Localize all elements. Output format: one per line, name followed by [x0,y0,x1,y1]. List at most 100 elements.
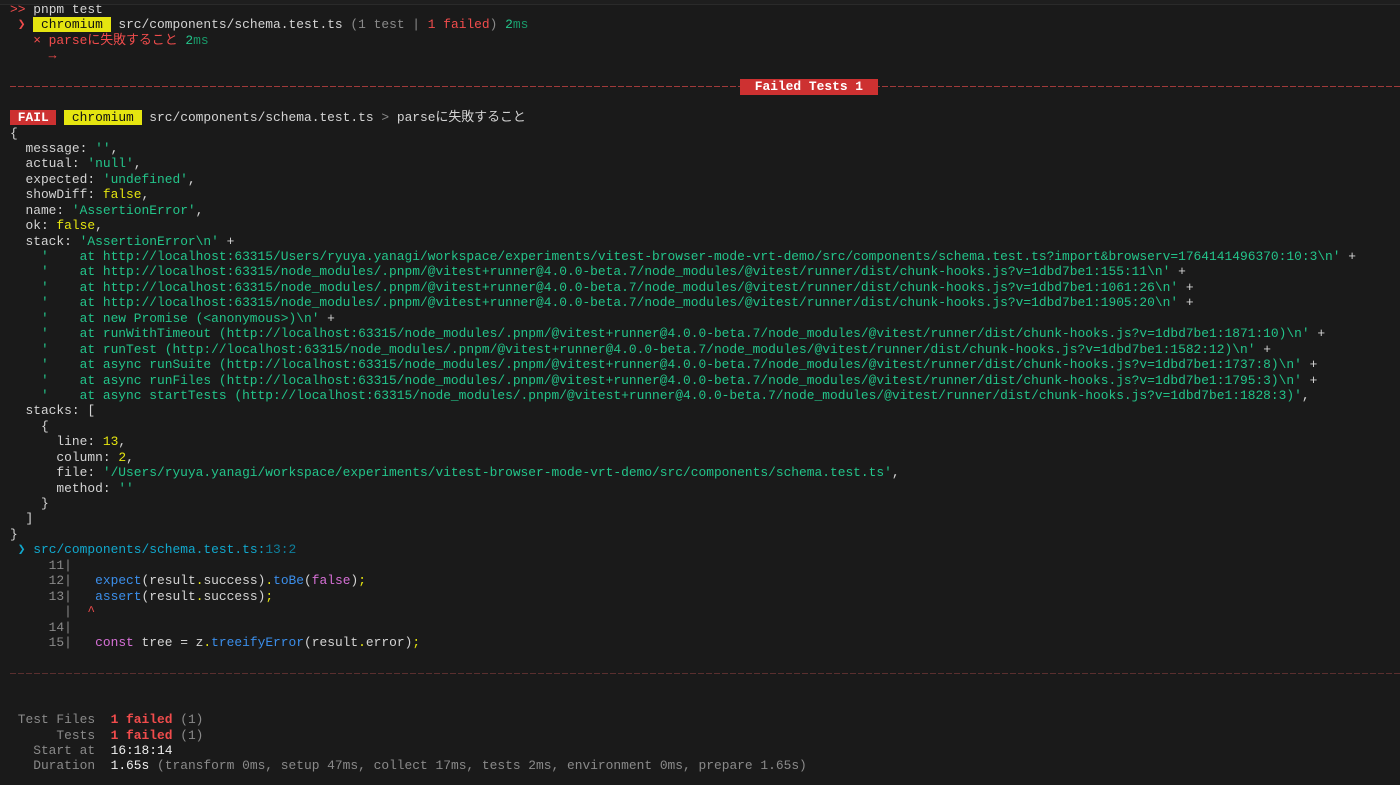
text-segment: 1 failed [427,17,490,33]
text-segment: ' at http://localhost:63315/node_modules… [10,279,1179,295]
text-segment: 'AssertionError' [71,202,196,218]
text-segment [56,110,64,125]
text-segment: ' at async runFiles (http://localhost:63… [10,372,1302,388]
text-segment: assert [95,588,142,604]
code-line-13: 13| assert(result.success); [10,589,1400,604]
text-segment [72,635,95,650]
divider-line [10,672,1400,674]
stacks-item-close: } [10,496,1400,511]
text-segment: > [381,110,390,126]
text-segment: + [1309,326,1326,342]
stack-frame: ' at async startTests (http://localhost:… [10,388,1400,403]
text-segment: } [10,496,49,511]
text-segment: expect [95,573,142,589]
stacks-line: line: 13, [10,434,1400,449]
stack-frame: ' at new Promise (<anonymous>)\n' + [10,311,1400,326]
text-segment: → [10,48,57,64]
text-segment: ^ [71,604,96,620]
text-segment: ] [10,511,34,527]
text-segment: ; [412,634,421,650]
text-segment: (result [141,588,196,604]
text-segment: , [891,465,900,481]
text-segment: (1 test | [350,17,428,33]
text-segment: , [195,202,204,218]
text-segment: treeifyError [211,634,304,650]
summary-test-files: Test Files 1 failed (1) [10,712,1400,727]
text-segment: (transform 0ms, setup 47ms, collect 17ms… [149,758,807,774]
text-segment: 2 [118,449,127,465]
stack-frame: ' at runWithTimeout (http://localhost:63… [10,326,1400,341]
text-segment: . [358,634,366,650]
text-segment: Tests [10,727,111,743]
blank [10,697,1400,712]
text-segment: ( [304,573,312,589]
text-segment: ms [193,32,209,48]
text-segment: , [118,434,127,450]
summary-start-at: Start at 16:18:14 [10,743,1400,758]
blank [10,650,1400,665]
text-segment: ' at new Promise (<anonymous>)\n' [10,310,320,326]
text-segment: ❯ [10,542,34,558]
terminal-output: >> pnpm test ❯ chromium src/components/s… [0,0,1400,774]
blank [10,64,1400,79]
text-segment: ; [265,588,274,604]
fail-badge: FAIL [10,110,57,126]
summary-duration: Duration 1.65s (transform 0ms, setup 47m… [10,758,1400,773]
arrow-line: → [10,48,1400,63]
text-segment: pnpm test [25,2,103,17]
command-line: >> pnpm test [10,2,1400,17]
stacks-method: method: '' [10,481,1400,496]
text-segment: + [319,310,335,326]
error-prop-stack: stack: 'AssertionError\n' + [10,234,1400,249]
text-segment: + [1178,295,1194,311]
text-segment: + [1340,249,1357,264]
failed-tests-badge: Failed Tests 1 [740,79,878,95]
text-segment: name: [10,202,72,218]
text-segment: 'undefined' [102,171,188,187]
text-segment: 11| [10,557,72,573]
text-segment: , [141,187,150,203]
text-segment: false [102,187,142,203]
error-prop-stacks: stacks: [ [10,403,1400,418]
error-prop-actual: actual: 'null', [10,156,1400,171]
text-segment: + [1178,279,1194,295]
stacks-item-open: { [10,419,1400,434]
error-prop-expected: expected: 'undefined', [10,172,1400,187]
text-segment: toBe [273,573,305,589]
stacks-close: ] [10,511,1400,526]
text-segment: (1) [172,727,204,743]
error-prop-message: message: '', [10,141,1400,156]
end-divider [10,666,1400,681]
text-segment: 13| [10,588,72,604]
text-segment: + [1301,372,1318,388]
text-segment: column: [10,449,119,465]
text-segment: Start at [10,743,111,758]
text-segment: tree = z [133,634,204,650]
test-file-result: ❯ chromium src/components/schema.test.ts… [10,17,1400,33]
text-segment: . [265,573,274,589]
code-frame-location[interactable]: ❯ src/components/schema.test.ts:13:2 [10,542,1400,557]
text-segment: 1.65s [110,758,150,774]
divider-line [10,86,1400,88]
text-segment: stacks: [ [10,403,96,419]
text-segment: stack: [10,233,80,249]
fail-header: FAIL chromium src/components/schema.test… [10,110,1400,126]
text-segment: + [218,233,235,249]
text-segment: ) [489,17,506,33]
code-line-15: 15| const tree = z.treeifyError(result.e… [10,635,1400,650]
stack-frame: ' at async runFiles (http://localhost:63… [10,373,1400,388]
blank [10,95,1400,110]
text-segment: 13:2 [265,542,297,558]
text-segment: actual: [10,156,88,172]
error-prop-showdiff: showDiff: false, [10,187,1400,202]
text-segment: const [95,634,134,650]
text-segment: >> [10,2,26,17]
text-segment: src/components/schema.test.ts [110,17,351,33]
text-segment: . [203,634,212,650]
failed-tests-divider: Failed Tests 1 [10,79,1400,95]
text-segment: (result [304,634,359,650]
text-segment: showDiff: [10,187,103,203]
text-segment: expected: [10,171,103,187]
text-segment: + [1301,357,1318,373]
code-caret-line: | ^ [10,604,1400,619]
